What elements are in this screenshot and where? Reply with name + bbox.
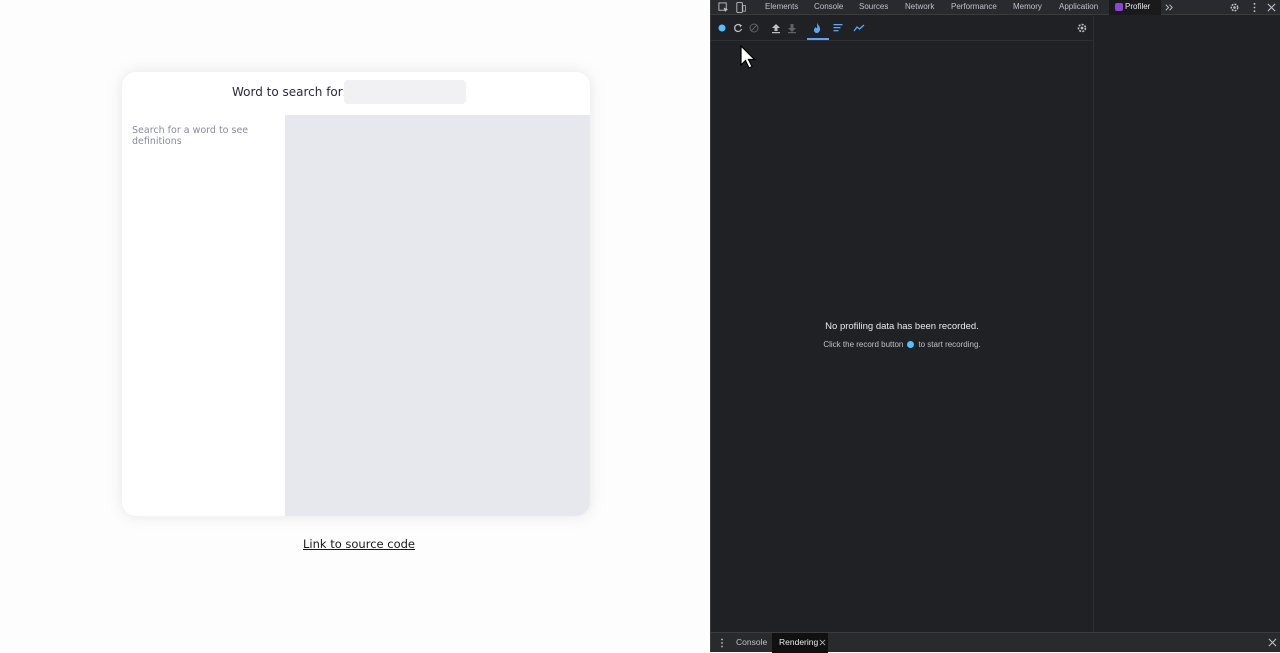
close-devtools-icon[interactable] <box>1266 2 1277 13</box>
tab-elements[interactable]: Elements <box>765 2 798 11</box>
search-row: Word to search for: <box>122 72 590 115</box>
active-view-indicator <box>807 38 829 40</box>
drawer-tabbar: Console Rendering <box>711 632 1280 653</box>
device-toolbar-icon[interactable] <box>735 2 746 13</box>
empty-hint-after: to start recording. <box>918 340 981 349</box>
save-profile-icon[interactable] <box>786 22 798 34</box>
record-dot-icon <box>907 341 915 348</box>
tab-memory[interactable]: Memory <box>1013 2 1042 11</box>
profiler-toolbar <box>711 16 1093 41</box>
timeline-icon[interactable] <box>853 22 865 34</box>
profiler-settings-icon[interactable] <box>1076 22 1088 34</box>
more-tabs-icon[interactable] <box>1164 2 1175 13</box>
tab-application[interactable]: Application <box>1059 2 1098 11</box>
empty-state-title: No profiling data has been recorded. <box>825 321 979 332</box>
settings-gear-icon[interactable] <box>1229 2 1240 13</box>
empty-hint-before: Click the record button <box>823 340 904 349</box>
devtools-tabbar: Elements Console Sources Network Perform… <box>711 0 1280 15</box>
empty-state-hint: Click the record button to start recordin… <box>711 340 1093 349</box>
load-profile-icon[interactable] <box>770 22 782 34</box>
record-icon[interactable] <box>716 22 728 34</box>
search-input[interactable] <box>344 80 466 104</box>
definition-pane <box>285 115 590 516</box>
dictionary-card: Word to search for: Search for a word to… <box>122 72 590 516</box>
results-sidebar: Search for a word to see definitions <box>122 115 285 516</box>
mouse-cursor-icon <box>740 45 756 69</box>
tab-profiler[interactable]: Profiler <box>1125 2 1150 11</box>
sidebar-hint: Search for a word to see definitions <box>132 125 249 147</box>
drawer-tab-rendering-active[interactable]: Rendering <box>772 633 828 653</box>
reload-and-profile-icon[interactable] <box>732 22 744 34</box>
drawer-menu-icon[interactable] <box>718 638 726 648</box>
tab-network[interactable]: Network <box>905 2 934 11</box>
tab-performance[interactable]: Performance <box>951 2 997 11</box>
devtools-panel: Elements Console Sources Network Perform… <box>710 0 1280 653</box>
profiler-side-panel <box>1093 16 1280 632</box>
tab-profiler-active[interactable]: Profiler <box>1109 0 1161 15</box>
close-tab-icon[interactable] <box>819 639 826 646</box>
source-code-link[interactable]: Link to source code <box>303 537 415 551</box>
react-logo-icon <box>1115 3 1123 11</box>
inspect-element-icon[interactable] <box>718 2 729 13</box>
clear-profile-icon[interactable] <box>748 22 760 34</box>
ranked-chart-icon[interactable] <box>832 22 844 34</box>
flamegraph-icon[interactable] <box>811 22 823 34</box>
drawer-tab-rendering[interactable]: Rendering <box>779 637 818 647</box>
tab-console[interactable]: Console <box>814 2 843 11</box>
kebab-menu-icon[interactable] <box>1249 2 1260 13</box>
search-label: Word to search for: <box>232 85 347 99</box>
drawer-tab-console[interactable]: Console <box>736 637 767 647</box>
close-drawer-icon[interactable] <box>1268 638 1277 647</box>
page-viewport: Word to search for: Search for a word to… <box>0 0 710 652</box>
tab-sources[interactable]: Sources <box>859 2 888 11</box>
